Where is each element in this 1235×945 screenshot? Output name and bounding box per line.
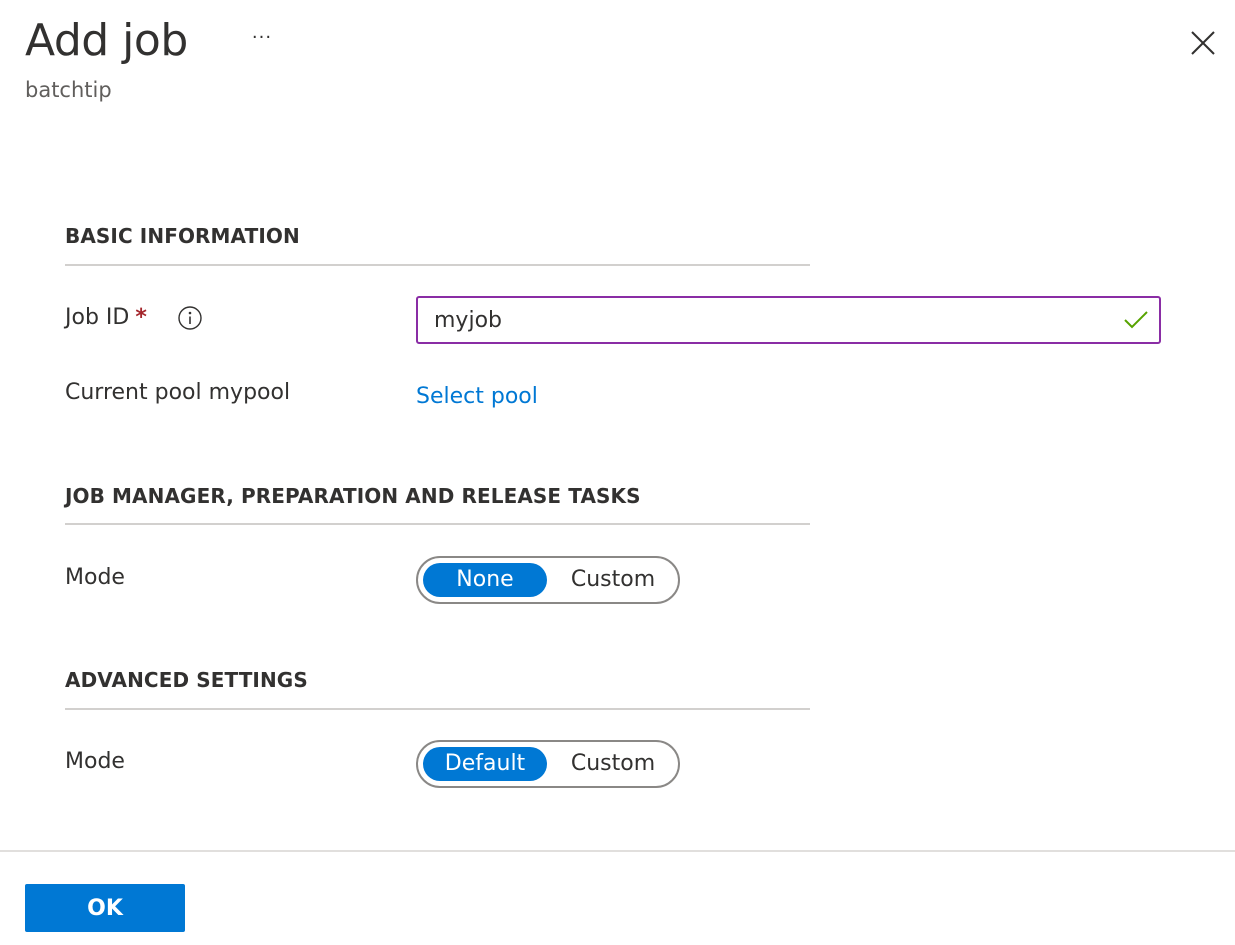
tasks-mode-option-none[interactable]: None [423, 563, 547, 597]
section-heading-advanced-settings: ADVANCED SETTINGS [65, 668, 308, 692]
section-divider [65, 708, 810, 710]
close-icon [1191, 31, 1215, 55]
section-divider [65, 264, 810, 266]
page-title: Add job [25, 15, 188, 66]
job-id-label-text: Job ID [65, 305, 130, 330]
section-divider [65, 523, 810, 525]
advanced-mode-toggle: Default Custom [416, 740, 680, 788]
advanced-mode-label: Mode [65, 749, 125, 774]
ok-button[interactable]: OK [25, 884, 185, 932]
info-icon-graphic [178, 306, 202, 330]
advanced-mode-option-default[interactable]: Default [423, 747, 547, 781]
advanced-mode-option-custom[interactable]: Custom [551, 747, 675, 781]
section-heading-tasks: JOB MANAGER, PREPARATION AND RELEASE TAS… [65, 484, 641, 508]
job-id-input[interactable] [418, 298, 1114, 342]
tasks-mode-option-custom[interactable]: Custom [551, 563, 675, 597]
footer-divider [0, 850, 1235, 852]
page-subtitle: batchtip [25, 78, 112, 102]
section-heading-basic-information: BASIC INFORMATION [65, 224, 300, 248]
checkmark-icon [1124, 311, 1148, 329]
job-id-input-wrapper [416, 296, 1161, 344]
tasks-mode-toggle: None Custom [416, 556, 680, 604]
close-button[interactable] [1186, 26, 1220, 60]
select-pool-link[interactable]: Select pool [416, 381, 538, 413]
more-options-button[interactable]: ··· [244, 24, 280, 52]
current-pool-label: Current pool mypool [65, 380, 291, 405]
add-job-blade: Add job ··· batchtip BASIC INFORMATION J… [0, 0, 1235, 945]
required-marker: * [135, 305, 147, 330]
info-icon[interactable] [177, 305, 203, 331]
job-id-label: Job ID * [65, 303, 147, 333]
more-ellipsis-icon: ··· [251, 27, 273, 48]
tasks-mode-label: Mode [65, 565, 125, 590]
